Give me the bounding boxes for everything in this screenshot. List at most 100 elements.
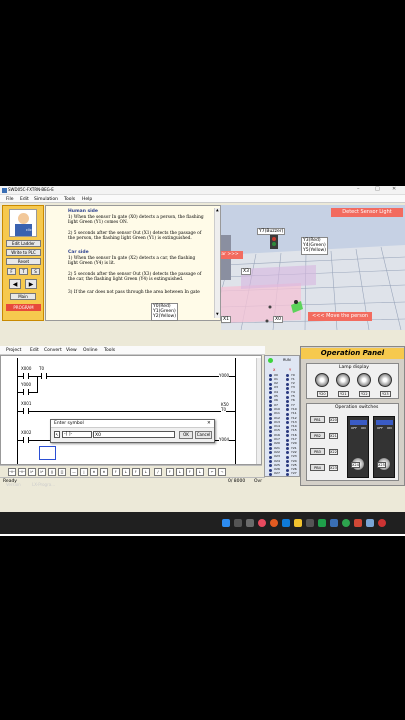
menu-view[interactable]: View [66, 348, 77, 353]
scroll-down-icon[interactable]: ▼ [216, 312, 219, 316]
key-t-button[interactable]: T [19, 268, 28, 275]
rung-3-contact[interactable] [23, 408, 29, 414]
y-output-indicator [286, 399, 289, 403]
symbol-input-value: X0 [95, 433, 101, 438]
contact-nc-parallel-icon[interactable]: ⊬ [38, 468, 46, 476]
ladder-editor[interactable]: X000 T0 Y000 Y000 X001 K50 T0 X002 Y004 [0, 355, 262, 465]
y-output-indicator [286, 378, 289, 382]
y-output-indicator [286, 451, 289, 455]
chrome-icon[interactable] [342, 519, 350, 527]
falling-pulse-icon[interactable]: ↓ [176, 468, 184, 476]
app-icon-5[interactable] [354, 519, 362, 527]
draw-line-icon[interactable]: ⌐ [208, 468, 216, 476]
start-icon[interactable] [222, 519, 230, 527]
menu-project[interactable]: Project [6, 348, 21, 353]
pb1-input: X20 [329, 417, 338, 424]
dialog-cancel-button[interactable]: Cancel [195, 431, 212, 439]
falling-parallel-icon[interactable]: ↓ [142, 468, 150, 476]
rising-edge-icon[interactable]: ↑ [112, 468, 120, 476]
maximize-icon[interactable]: □ [375, 186, 380, 193]
coil-icon[interactable]: () [48, 468, 56, 476]
symbol-input[interactable]: X0 [93, 431, 175, 438]
dialog-ok-button[interactable]: OK [179, 431, 193, 439]
menu-simulation[interactable]: Simulation [34, 197, 58, 202]
menu-edit[interactable]: Edit [20, 197, 29, 202]
contact-no-icon[interactable]: ⊣⊢ [8, 468, 16, 476]
operation-result-falling-icon[interactable]: ↓ [196, 468, 204, 476]
contact-nc-icon[interactable]: ⊬ [28, 468, 36, 476]
app-icon-4[interactable] [330, 519, 338, 527]
ladder-scrollbar[interactable] [256, 358, 261, 464]
rising-pulse-icon[interactable]: ↑ [166, 468, 174, 476]
rung-2-contact[interactable] [23, 389, 29, 395]
active-app-icon[interactable] [366, 519, 374, 527]
dialog-pointer-icon[interactable]: ↖ [54, 431, 60, 438]
write-to-plc-button[interactable]: Write to PLC [6, 249, 41, 256]
menu-convert[interactable]: Convert [44, 348, 62, 353]
firefox-icon[interactable] [270, 519, 278, 527]
next-arrow-icon[interactable]: ▶ [25, 279, 37, 289]
pb4-button[interactable]: PB4 [310, 464, 325, 471]
rung-1-contact-t0[interactable] [41, 373, 47, 379]
y-output-indicator [286, 460, 289, 463]
vline-icon[interactable]: | [80, 468, 88, 476]
ladder-cursor[interactable] [39, 446, 56, 460]
pb2-button[interactable]: PB2 [310, 432, 325, 439]
ladder-menu-bar: Project Edit Convert View Online Tools [0, 346, 265, 355]
help-scrollbar[interactable]: ▲ ▼ [214, 208, 220, 318]
task-view-icon[interactable] [246, 519, 254, 527]
main-button[interactable]: Main [10, 293, 36, 300]
reset-button[interactable]: Reset [6, 258, 41, 265]
erase-line-icon[interactable]: ¬ [218, 468, 226, 476]
app-icon-2[interactable] [306, 519, 314, 527]
previous-arrow-icon[interactable]: ◀ [9, 279, 21, 289]
pb1-button[interactable]: PB1 [310, 416, 325, 423]
menu-online[interactable]: Online [83, 348, 98, 353]
search-icon[interactable] [234, 519, 242, 527]
key-s-button[interactable]: S [31, 268, 40, 275]
dialog-close-icon[interactable]: ✕ [207, 421, 211, 426]
symbol-type-select[interactable]: -[ ]- [62, 431, 92, 438]
instruction-icon[interactable]: [] [58, 468, 66, 476]
close-icon[interactable]: ✕ [392, 186, 396, 193]
scroll-up-icon[interactable]: ▲ [216, 208, 219, 212]
operation-result-icon[interactable]: ↑ [186, 468, 194, 476]
rung-1-coil[interactable]: Y000 [219, 373, 230, 378]
rung-1-contact[interactable] [23, 373, 29, 379]
x-input-indicator [269, 455, 272, 459]
menu-ladder-edit[interactable]: Edit [30, 348, 39, 353]
menu-help[interactable]: Help [82, 197, 92, 202]
minimize-icon[interactable]: – [357, 186, 360, 193]
delete-vline-icon[interactable]: ✕ [100, 468, 108, 476]
menu-tools[interactable]: Tools [64, 197, 75, 202]
menu-ladder-tools[interactable]: Tools [104, 348, 115, 353]
selector-switch-x24[interactable]: OFF ON [347, 416, 369, 478]
delete-hline-icon[interactable]: ✕ [90, 468, 98, 476]
folder-icon[interactable] [294, 519, 302, 527]
hline-icon[interactable]: — [70, 468, 78, 476]
rung-3-timer[interactable]: T0 [221, 407, 226, 412]
rung-4-coil[interactable]: Y004 [219, 437, 230, 442]
right-power-rail [235, 358, 236, 464]
edge-icon[interactable] [282, 519, 290, 527]
rung-4-contact[interactable] [23, 437, 29, 443]
x-input-indicator [269, 451, 272, 455]
selector-switch-x25[interactable]: OFF ON [373, 416, 395, 478]
key-f-button[interactable]: F [7, 268, 16, 275]
rising-parallel-icon[interactable]: ↑ [132, 468, 140, 476]
app-icon-1[interactable] [258, 519, 266, 527]
menu-file[interactable]: File [6, 197, 14, 202]
sensor-x3-label: X3 [241, 268, 251, 276]
pb3-button[interactable]: PB3 [310, 448, 325, 455]
falling-edge-icon[interactable]: ↓ [122, 468, 130, 476]
invert-icon[interactable]: / [154, 468, 162, 476]
buzzer-label: Y7(Buzzer) [257, 228, 286, 236]
y-output-indicator [286, 468, 289, 472]
car-forward-button[interactable]: ar >>> [221, 251, 243, 259]
edit-ladder-button[interactable]: Edit Ladder [6, 240, 41, 247]
move-person-button[interactable]: <<< Move the person [308, 312, 372, 321]
app-icon-6[interactable] [378, 519, 386, 527]
app-icon-3[interactable] [318, 519, 326, 527]
rung-3-contact-label: X001 [21, 401, 32, 406]
contact-parallel-icon[interactable]: ⊣⊢ [18, 468, 26, 476]
